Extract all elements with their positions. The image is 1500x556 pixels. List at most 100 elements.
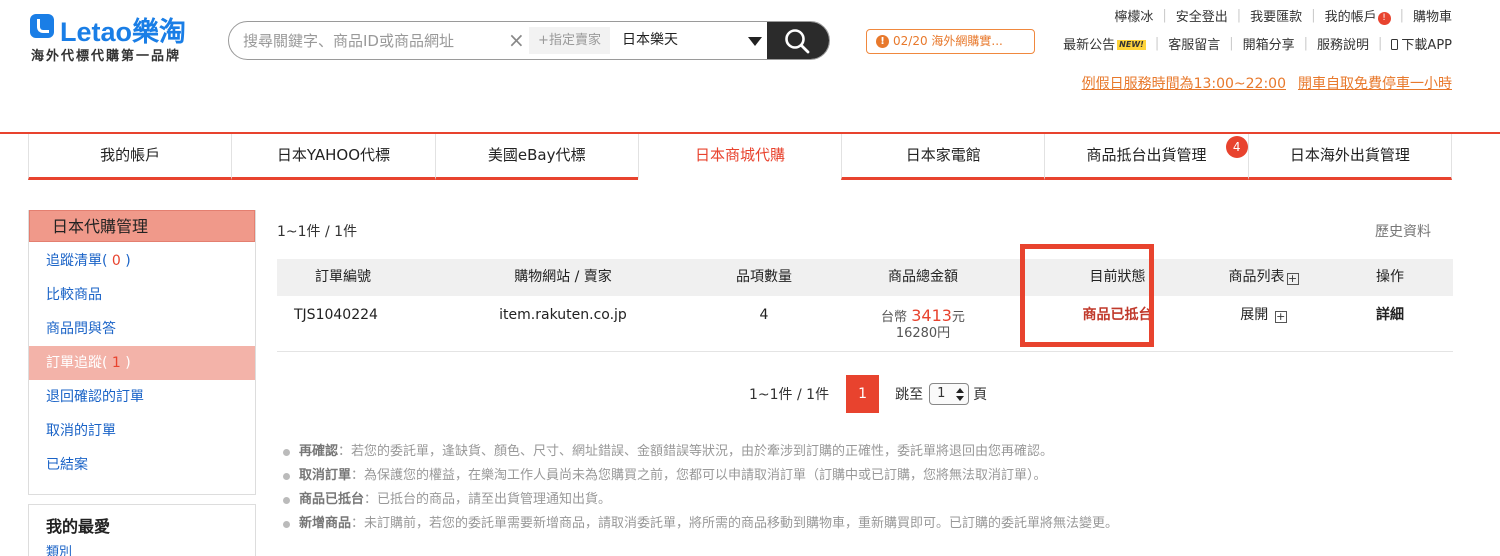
logo-tagline: 海外代標代購第一品牌 xyxy=(31,49,182,64)
clear-icon[interactable]: × xyxy=(508,28,525,52)
sidebar-item-label: 追蹤清單( xyxy=(46,253,108,269)
note-text: ：若您的委託單，逢缺貨、顏色、尺寸、網址錯誤、金額錯誤等狀況，由於牽涉到訂購的正… xyxy=(338,444,1054,459)
tab-arrival-shipping[interactable]: 商品抵台出貨管理 4 xyxy=(1044,134,1248,180)
my-account-label: 我的帳戶 xyxy=(1324,10,1377,25)
download-app-link[interactable]: 下載APP xyxy=(1391,34,1452,53)
user-name-link[interactable]: 檸檬冰 xyxy=(1114,6,1153,25)
news-link[interactable]: 最新公告 NEW! xyxy=(1063,34,1146,53)
notice-text: 02/20 海外網購實... xyxy=(893,34,1003,48)
parking-link[interactable]: 開車自取免費停車一小時 xyxy=(1298,76,1452,92)
col-product-list: 商品列表 + xyxy=(1200,259,1327,296)
note-text: ：為保護您的權益，在樂淘工作人員尚未為您購買之前，您都可以申請取消訂單（訂購中或… xyxy=(351,468,1047,483)
sidebar-item-closed[interactable]: 已結案 xyxy=(29,448,255,482)
letao-logo-icon xyxy=(30,14,54,38)
cart-link[interactable]: 購物車 xyxy=(1413,6,1452,25)
sidebar-item-returned[interactable]: 退回確認的訂單 xyxy=(29,380,255,414)
customer-service-link[interactable]: 客服留言 xyxy=(1168,34,1220,53)
unboxing-link[interactable]: 開箱分享 xyxy=(1243,34,1295,53)
jump-label: 跳至 xyxy=(895,387,924,403)
price-twd: 3413 xyxy=(911,306,952,325)
note-text: ：未訂購前，若您的委託單需要新增商品，請取消委託單，將所需的商品移動到購物車，重… xyxy=(351,516,1119,531)
col-total: 商品總金額 xyxy=(888,269,958,285)
col-qty: 品項數量 xyxy=(736,269,792,285)
expand-label: 展開 xyxy=(1240,307,1269,323)
list-item: 商品已抵台：已抵台的商品，請至出貨管理通知出貨。 xyxy=(283,488,1463,512)
tab-arrival-shipping-label: 商品抵台出貨管理 xyxy=(1086,146,1207,164)
letao-logo[interactable]: Letao樂淘 海外代標代購第一品牌 xyxy=(30,12,210,67)
divider: | xyxy=(1399,8,1404,23)
notice-ticker[interactable]: ! 02/20 海外網購實... xyxy=(866,29,1035,54)
tab-japan-electronics[interactable]: 日本家電館 xyxy=(841,134,1045,180)
favorites-title: 我的最愛 xyxy=(46,517,111,536)
table-row: TJS1040224 item.rakuten.co.jp 4 台幣 3413元… xyxy=(277,296,1453,352)
tab-count-badge: 4 xyxy=(1225,136,1248,158)
col-site-seller: 購物網站 / 賣家 xyxy=(514,269,612,285)
sub-nav: 最新公告 NEW! | 客服留言 | 開箱分享 | 服務說明 | 下載APP xyxy=(1063,34,1452,53)
sidebar-item-count: 1 xyxy=(107,355,126,371)
order-qty: 4 xyxy=(759,307,769,323)
tab-japan-mall[interactable]: 日本商城代購 xyxy=(637,134,842,180)
list-item: 取消訂單：為保護您的權益，在樂淘工作人員尚未為您購買之前，您都可以申請取消訂單（… xyxy=(283,464,1463,488)
plus-icon: + xyxy=(1274,310,1287,323)
divider: | xyxy=(1303,36,1309,51)
divider: | xyxy=(1154,36,1160,51)
top-nav: 檸檬冰 | 安全登出 | 我要匯款 | 我的帳戶! | 購物車 xyxy=(1114,6,1452,25)
order-id: TJS1040224 xyxy=(294,307,378,323)
price-unit: 元 xyxy=(951,310,965,325)
caret-down-icon xyxy=(748,37,762,46)
list-item: 再確認：若您的委託單，逢缺貨、顏色、尺寸、網址錯誤、金額錯誤等狀況，由於牽涉到訂… xyxy=(283,440,1463,464)
sidebar-item-suffix: ) xyxy=(125,355,131,371)
sidebar-item-watchlist[interactable]: 追蹤清單( 0 ) xyxy=(29,244,255,278)
detail-link[interactable]: 詳細 xyxy=(1327,296,1453,351)
col-product-list-label: 商品列表 xyxy=(1228,269,1285,285)
search-button[interactable] xyxy=(767,22,829,59)
divider: | xyxy=(1236,8,1242,23)
note-title: 新增商品 xyxy=(299,516,352,531)
logo-brand-text: Letao樂淘 xyxy=(60,17,187,47)
specify-seller-button[interactable]: +指定賣家 xyxy=(529,27,610,54)
sidebar-item-label: 訂單追蹤( xyxy=(46,355,108,371)
search-bar: × +指定賣家 日本樂天 xyxy=(228,21,830,60)
tab-yahoo-auction[interactable]: 日本YAHOO代標 xyxy=(231,134,435,180)
tab-overseas-shipping[interactable]: 日本海外出貨管理 xyxy=(1247,134,1452,180)
divider: | xyxy=(1311,8,1316,23)
price-jpy: 16280円 xyxy=(895,326,951,341)
favorites-box: 我的最愛 類別 xyxy=(28,504,256,556)
favorites-category-link[interactable]: 類別 xyxy=(46,541,255,556)
note-title: 再確認 xyxy=(299,444,339,459)
list-item: 新增商品：未訂購前，若您的委託單需要新增商品，請取消委託單，將所需的商品移動到購… xyxy=(283,512,1463,536)
alert-badge: ! xyxy=(1377,12,1391,25)
my-account-link[interactable]: 我的帳戶! xyxy=(1325,6,1391,25)
result-count: 1~1件 / 1件 xyxy=(277,224,358,240)
table-header: 訂單編號 購物網站 / 賣家 品項數量 商品總金額 目前狀態 商品列表 + 操作 xyxy=(277,259,1453,296)
new-badge: NEW! xyxy=(1117,40,1146,50)
site-select[interactable]: 日本樂天 xyxy=(616,22,766,59)
remit-link[interactable]: 我要匯款 xyxy=(1250,6,1302,25)
page-1-button[interactable]: 1 xyxy=(846,375,880,413)
divider: | xyxy=(1229,36,1234,51)
news-label: 最新公告 xyxy=(1063,38,1116,53)
service-hours-link[interactable]: 例假日服務時間為13:00~22:00 xyxy=(1082,76,1286,92)
search-icon xyxy=(785,29,810,54)
note-title: 商品已抵台 xyxy=(299,492,365,507)
sidebar-item-compare[interactable]: 比較商品 xyxy=(29,278,255,312)
plus-icon[interactable]: + xyxy=(1286,273,1299,285)
logout-link[interactable]: 安全登出 xyxy=(1176,6,1228,25)
tab-ebay-auction[interactable]: 美國eBay代標 xyxy=(434,134,638,180)
service-info-link[interactable]: 服務說明 xyxy=(1317,34,1369,53)
history-link[interactable]: 歷史資料 xyxy=(1375,221,1431,241)
notes-list: 再確認：若您的委託單，逢缺貨、顏色、尺寸、網址錯誤、金額錯誤等狀況，由於牽涉到訂… xyxy=(283,440,1463,536)
search-input[interactable] xyxy=(229,22,504,59)
divider: | xyxy=(1378,36,1383,51)
note-title: 取消訂單 xyxy=(299,468,352,483)
sidebar-item-order-tracking[interactable]: 訂單追蹤( 1 ) xyxy=(29,346,255,380)
sidebar-item-qa[interactable]: 商品問與答 xyxy=(29,312,255,346)
sidebar-item-cancelled[interactable]: 取消的訂單 xyxy=(29,414,255,448)
page-unit: 頁 xyxy=(973,387,988,403)
download-app-label: 下載APP xyxy=(1401,38,1452,53)
warning-icon: ! xyxy=(876,35,889,48)
tab-my-account[interactable]: 我的帳戶 xyxy=(28,134,232,180)
page-jump-select[interactable]: 1 xyxy=(929,383,970,405)
expand-button[interactable]: 展開 + xyxy=(1200,296,1327,351)
col-action: 操作 xyxy=(1376,269,1404,285)
